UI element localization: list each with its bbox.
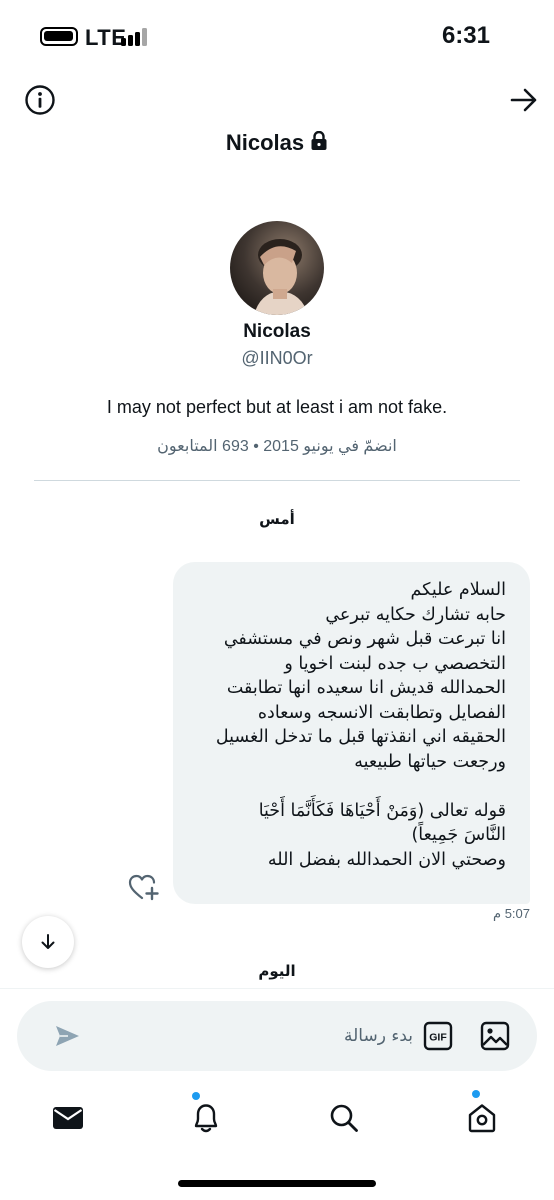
image-icon: [480, 1021, 510, 1051]
back-button[interactable]: [506, 82, 542, 118]
notification-badge: [192, 1092, 200, 1100]
message-timestamp: 5:07 م: [493, 906, 530, 921]
message-text: السلام عليكم حابه تشارك حكايه تبرعي انا …: [215, 580, 506, 870]
home-icon: [468, 1104, 496, 1133]
add-reaction-button[interactable]: [125, 870, 163, 904]
tab-messages[interactable]: [46, 1096, 90, 1140]
avatar-photo: [230, 221, 324, 315]
info-icon: [25, 85, 55, 115]
status-time: 6:31: [441, 22, 490, 49]
send-icon: [56, 1026, 79, 1046]
send-button[interactable]: [49, 1018, 85, 1054]
home-badge: [472, 1090, 480, 1098]
tab-home[interactable]: [460, 1090, 504, 1140]
home-indicator: [178, 1180, 376, 1187]
date-separator-yesterday: أمس: [259, 511, 295, 528]
tab-search[interactable]: [322, 1096, 366, 1140]
bottom-tab-bar: [0, 1086, 554, 1156]
message-bubble[interactable]: السلام عليكم حابه تشارك حكايه تبرعي انا …: [173, 562, 530, 904]
status-bar: LTE 6:31: [0, 0, 554, 70]
message-input[interactable]: [117, 1015, 413, 1057]
gif-label: GIF: [429, 1032, 447, 1044]
battery-icon: [40, 27, 78, 46]
mail-icon: [53, 1107, 83, 1129]
signal-icon: [121, 28, 153, 46]
profile-name: Nicolas: [243, 321, 311, 342]
conversation-title: Nicolas: [225, 130, 305, 155]
date-separator-today: اليوم: [258, 963, 296, 980]
page-title: Nicolas: [0, 130, 554, 156]
heart-plus-icon: [128, 874, 159, 901]
gif-button[interactable]: GIF: [421, 1019, 455, 1053]
profile-meta: انضمّ في يونيو 2015 • 693 المتابعون: [157, 438, 397, 455]
arrow-down-icon: [41, 934, 55, 949]
add-image-button[interactable]: [477, 1018, 513, 1054]
gif-icon: GIF: [423, 1021, 453, 1051]
profile-bio: I may not perfect but at least i am not …: [106, 397, 448, 417]
search-icon: [330, 1104, 358, 1132]
arrow-right-icon: [510, 88, 537, 112]
lock-icon: [311, 131, 327, 150]
tab-notifications[interactable]: [184, 1092, 228, 1140]
divider: [34, 480, 520, 481]
scroll-to-bottom-button[interactable]: [22, 916, 74, 968]
message-composer: GIF: [17, 1001, 537, 1071]
info-button[interactable]: [22, 82, 58, 118]
profile-handle: @IIN0Or: [241, 348, 313, 368]
composer-divider: [0, 988, 554, 989]
avatar[interactable]: [230, 221, 324, 315]
bell-icon: [194, 1104, 218, 1133]
